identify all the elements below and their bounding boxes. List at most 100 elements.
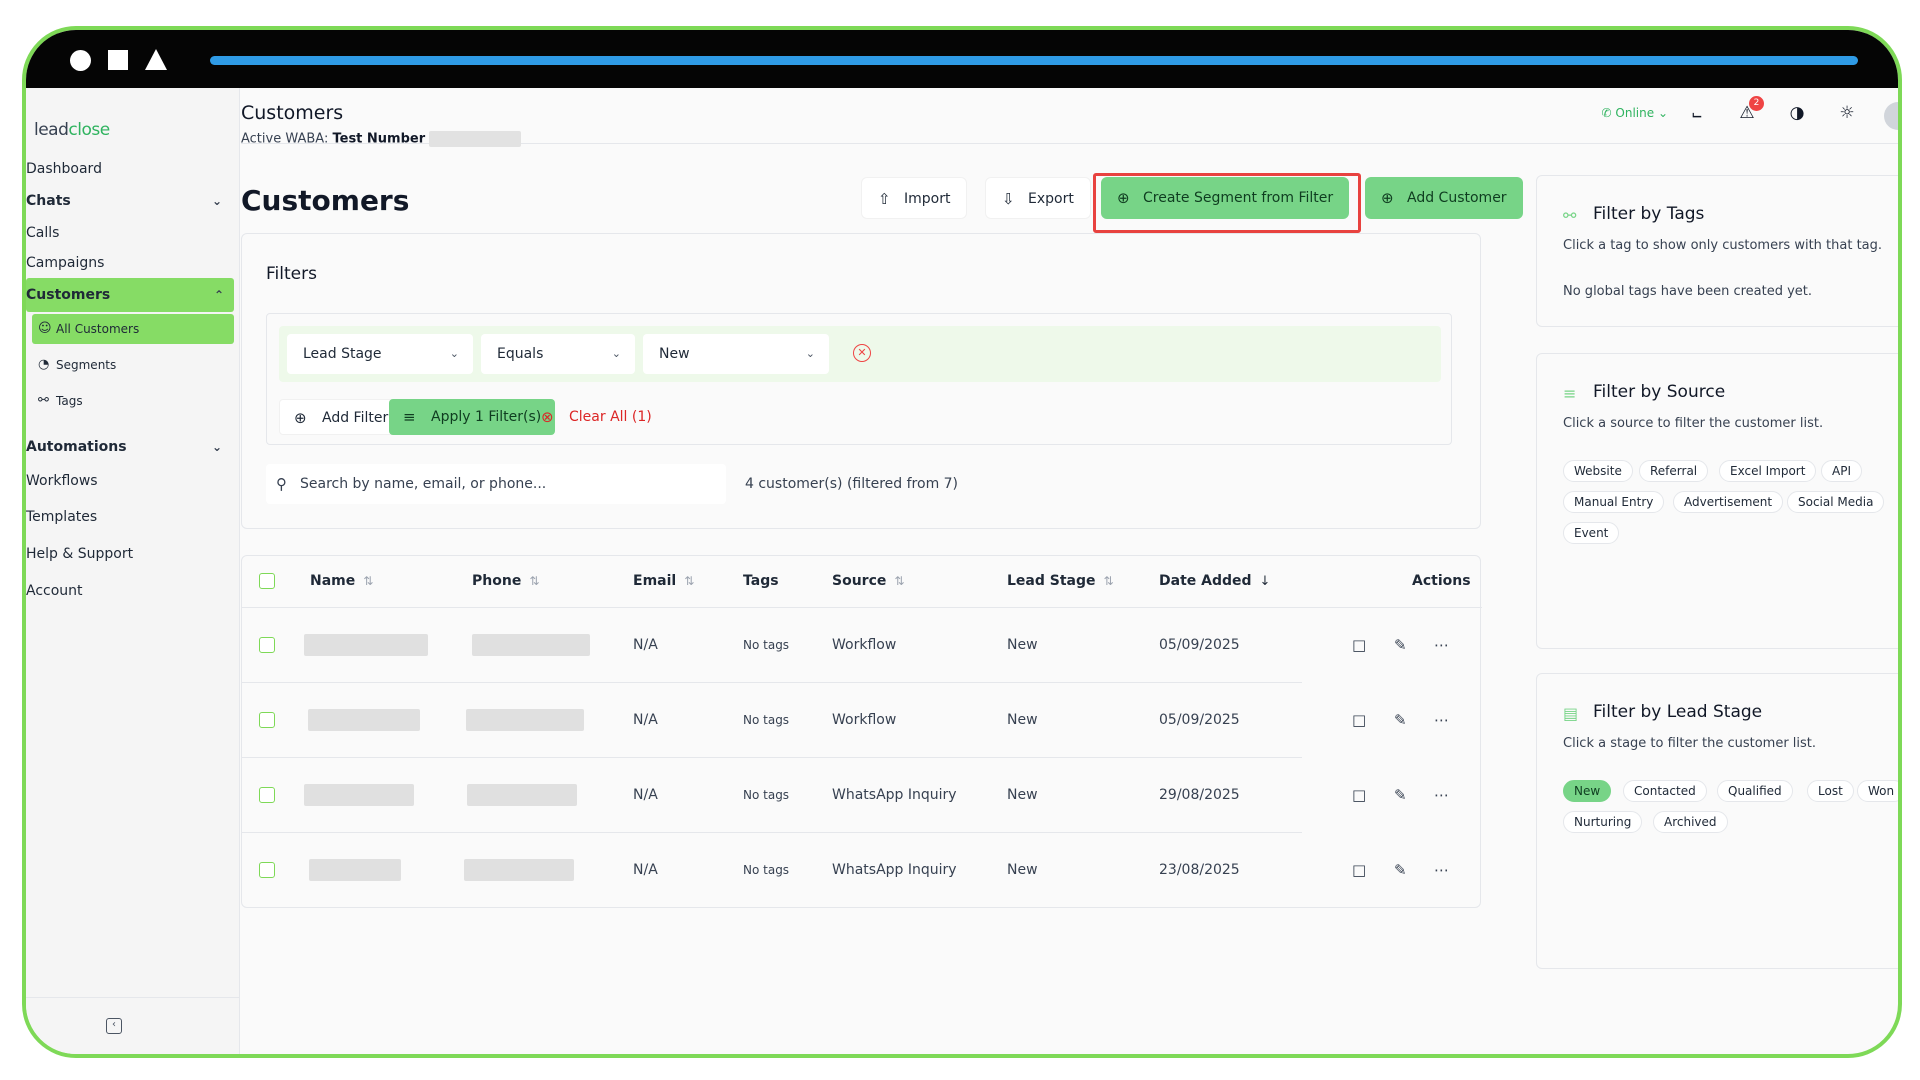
search-icon: ⚲ — [276, 475, 287, 493]
sort-icon: ⇅ — [684, 574, 695, 588]
date-cell: 05/09/2025 — [1159, 637, 1240, 653]
source-chip[interactable]: Website — [1563, 460, 1633, 482]
chevron-down-icon: ⌄ — [211, 440, 222, 454]
palette-icon[interactable]: ◑ — [1786, 102, 1808, 124]
source-chip[interactable]: Advertisement — [1673, 491, 1784, 513]
stage-chip[interactable]: Won — [1857, 780, 1898, 802]
redacted-name — [304, 784, 414, 806]
chevron-down-icon: ⌄ — [611, 347, 621, 360]
chat-icon[interactable]: □ — [1352, 833, 1366, 908]
table-row[interactable]: N/A No tags WhatsApp Inquiry New 29/08/2… — [242, 758, 1482, 833]
status-dropdown[interactable]: ✆ Online ⌄ — [1602, 106, 1669, 120]
arrow-down-icon: ↓ — [1259, 574, 1271, 589]
remove-filter-icon[interactable]: ✕ — [853, 344, 871, 362]
sidebar-subitem-tags[interactable]: ⚯ Tags — [32, 386, 234, 416]
customers-table: Name ⇅ Phone ⇅ Email ⇅ Tags Source ⇅ Lead St… — [241, 555, 1482, 908]
clear-all-button[interactable]: ⊗ Clear All (1) — [527, 399, 666, 435]
export-button[interactable]: ⇩ Export — [985, 177, 1091, 219]
edit-icon[interactable]: ✎ — [1394, 833, 1407, 908]
column-source[interactable]: Source ⇅ — [832, 556, 904, 607]
sidebar-item-customers[interactable]: Customers ⌃ — [26, 278, 234, 312]
add-customer-button[interactable]: ⊕ Add Customer — [1365, 177, 1523, 219]
stage-chip[interactable]: Lost — [1807, 780, 1854, 802]
chat-icon[interactable]: □ — [1352, 683, 1366, 758]
stage-chip[interactable]: Qualified — [1717, 780, 1793, 802]
edit-icon[interactable]: ✎ — [1394, 758, 1407, 833]
edit-icon[interactable]: ✎ — [1394, 683, 1407, 758]
column-lead-stage[interactable]: Lead Stage ⇅ — [1007, 556, 1114, 607]
source-chip[interactable]: Manual Entry — [1563, 491, 1665, 513]
source-cell: Workflow — [832, 637, 897, 653]
source-chip[interactable]: Excel Import — [1719, 460, 1817, 482]
column-email[interactable]: Email ⇅ — [633, 556, 694, 607]
card-description: Click a tag to show only customers with … — [1563, 238, 1883, 253]
redacted-phone — [464, 859, 574, 881]
more-icon[interactable]: ⋯ — [1434, 758, 1449, 833]
main-content: Customers ⇧ Import ⇩ Export ⊕ Create Segmen… — [241, 145, 1523, 1054]
import-button[interactable]: ⇧ Import — [861, 177, 968, 219]
sidebar-item-chats[interactable]: Chats ⌄ — [26, 184, 232, 218]
highlight-annotation — [1093, 173, 1361, 233]
column-date-added[interactable]: Date Added ↓ — [1159, 556, 1270, 607]
bell-icon[interactable]: ⚠ 2 — [1736, 96, 1764, 124]
sidebar-item-calls[interactable]: Calls — [26, 216, 232, 250]
card-title: Filter by Tags — [1593, 204, 1705, 224]
stage-chip[interactable]: Contacted — [1623, 780, 1707, 802]
source-chip[interactable]: Referral — [1639, 460, 1709, 482]
sort-icon: ⇅ — [529, 574, 540, 588]
more-icon[interactable]: ⋯ — [1434, 608, 1449, 683]
column-phone[interactable]: Phone ⇅ — [472, 556, 539, 607]
search-input[interactable]: ⚲ Search by name, email, or phone... — [266, 464, 726, 504]
column-actions: Actions — [1412, 573, 1471, 589]
source-chip[interactable]: API — [1821, 460, 1862, 482]
date-cell: 23/08/2025 — [1159, 862, 1240, 878]
collapse-sidebar-icon[interactable]: ‹ — [106, 1018, 122, 1034]
column-name[interactable]: Name ⇅ — [310, 556, 373, 607]
sidebar-item-templates[interactable]: Templates — [26, 500, 232, 534]
filter-field-select[interactable]: Lead Stage ⌄ — [287, 334, 473, 374]
select-all-checkbox[interactable] — [259, 573, 275, 589]
table-row[interactable]: N/A No tags Workflow New 05/09/2025 □ ✎ … — [242, 608, 1482, 683]
source-chip[interactable]: Event — [1563, 522, 1620, 544]
stage-cell: New — [1007, 787, 1038, 803]
filter-row: Lead Stage ⌄ Equals ⌄ New ⌄ ✕ — [279, 326, 1441, 382]
chat-icon[interactable]: □ — [1352, 608, 1366, 683]
sidebar-item-workflows[interactable]: Workflows — [26, 464, 232, 498]
chat-icon[interactable]: □ — [1352, 758, 1366, 833]
sidebar-item-automations[interactable]: Automations ⌄ — [26, 430, 232, 464]
edit-icon[interactable]: ✎ — [1394, 608, 1407, 683]
email-cell: N/A — [633, 862, 658, 878]
row-checkbox[interactable] — [259, 712, 275, 728]
avatar[interactable] — [1884, 102, 1898, 130]
sidebar-subitem-segments[interactable]: ◔ Segments — [32, 350, 234, 380]
row-checkbox[interactable] — [259, 637, 275, 653]
stage-chip[interactable]: Archived — [1653, 811, 1728, 833]
more-icon[interactable]: ⋯ — [1434, 683, 1449, 758]
card-title: Filter by Lead Stage — [1593, 702, 1763, 722]
table-row[interactable]: N/A No tags Workflow New 05/09/2025 □ ✎ … — [242, 683, 1482, 758]
sidebar-item-dashboard[interactable]: Dashboard — [26, 152, 232, 186]
stage-cell: New — [1007, 637, 1038, 653]
sidebar-subitem-all-customers[interactable]: ☺ All Customers — [32, 314, 234, 344]
sidebar-item-help[interactable]: Help & Support — [26, 537, 232, 571]
sidebar-item-account[interactable]: Account — [26, 574, 232, 608]
row-checkbox[interactable] — [259, 862, 275, 878]
stage-chip[interactable]: Nurturing — [1563, 811, 1643, 833]
row-checkbox[interactable] — [259, 787, 275, 803]
translate-icon[interactable]: ⨽ — [1686, 102, 1708, 124]
source-chip[interactable]: Social Media — [1787, 491, 1885, 513]
source-cell: WhatsApp Inquiry — [832, 787, 957, 803]
tags-cell: No tags — [743, 863, 790, 877]
more-icon[interactable]: ⋯ — [1434, 833, 1449, 908]
header-title: Customers — [241, 102, 344, 124]
sun-icon[interactable]: ☼ — [1836, 102, 1858, 124]
sidebar-item-campaigns[interactable]: Campaigns — [26, 246, 232, 280]
filter-value-select[interactable]: New ⌄ — [643, 334, 829, 374]
add-filter-button[interactable]: ⊕ Add Filter — [279, 399, 404, 435]
plus-circle-icon: ⊕ — [294, 409, 307, 427]
filter-operator-select[interactable]: Equals ⌄ — [481, 334, 635, 374]
stage-chip-active[interactable]: New — [1563, 780, 1612, 802]
logo[interactable]: leadclose — [34, 120, 110, 140]
tag-icon: ⚯ — [38, 393, 49, 408]
table-row[interactable]: N/A No tags WhatsApp Inquiry New 23/08/2… — [242, 833, 1482, 908]
